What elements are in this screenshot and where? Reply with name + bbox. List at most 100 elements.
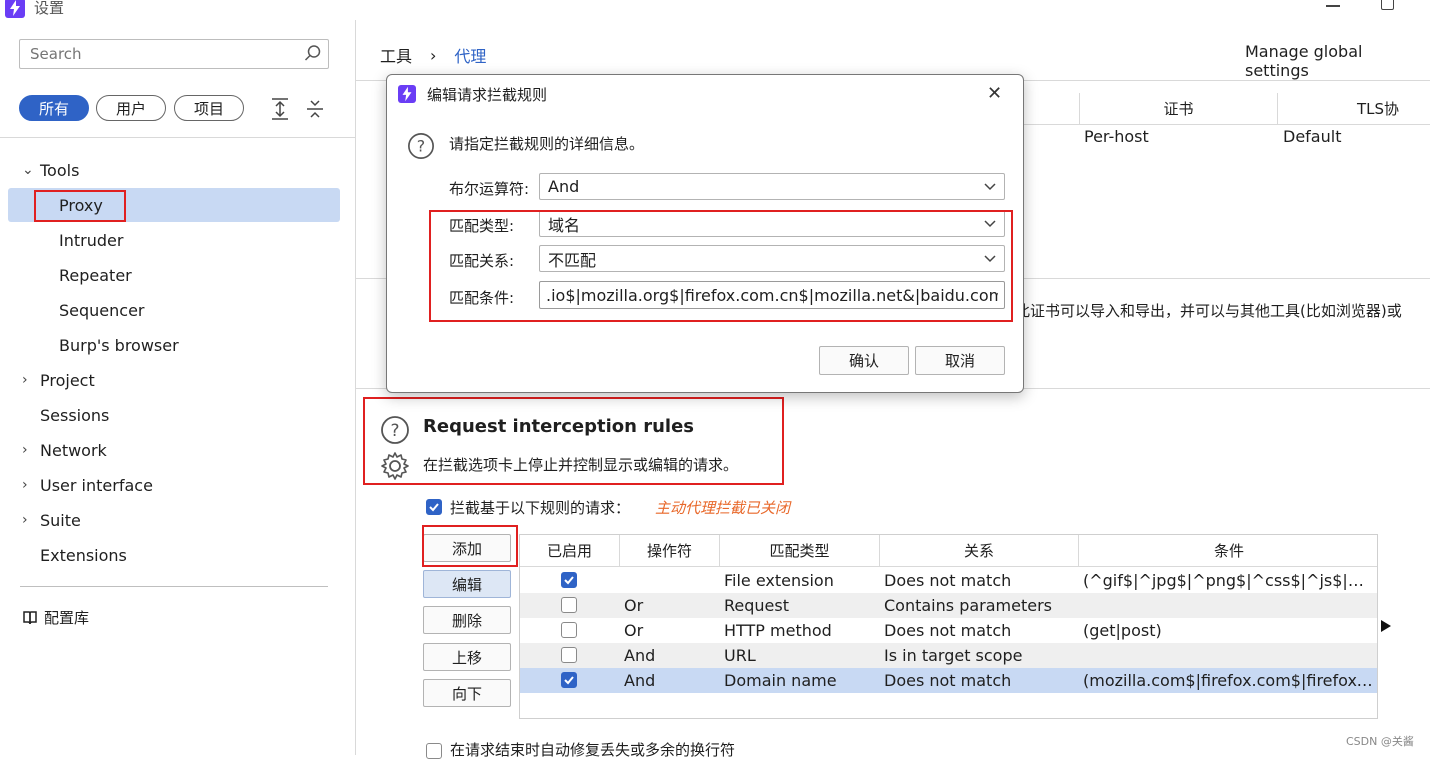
select-value: 不匹配 [548,250,597,270]
sidebar-item-sequencer[interactable]: Sequencer [8,293,340,327]
sidebar-item-repeater[interactable]: Repeater [8,258,340,292]
svg-text:?: ? [417,137,425,156]
row-relationship: Is in target scope [884,646,1023,665]
search-input[interactable] [28,44,292,64]
sidebar-item-label: Intruder [59,230,124,250]
table-row[interactable]: File extension Does not match (^gif$|^jp… [520,568,1377,593]
filter-project-button[interactable]: 项目 [174,95,244,121]
sidebar-item-label: Sessions [40,405,110,425]
scroll-right-icon[interactable] [1380,619,1392,633]
minimize-icon[interactable] [1326,5,1340,7]
sidebar-item-user-interface[interactable]: › User interface [8,468,340,502]
maximize-icon[interactable] [1381,0,1394,10]
collapse-all-icon[interactable] [305,98,325,120]
row-enabled-checkbox[interactable] [561,647,577,663]
sidebar-item-tools[interactable]: ⌄ Tools [8,153,340,187]
sidebar-item-network[interactable]: › Network [8,433,340,467]
book-icon [22,610,38,626]
configuration-library-link[interactable]: 配置库 [22,607,89,628]
add-button[interactable]: 添加 [423,534,511,562]
fix-newlines-checkbox[interactable] [426,743,442,759]
move-up-button[interactable]: 上移 [423,643,511,671]
manage-global-settings-link[interactable]: Manage global settings [1245,42,1430,80]
condition-input[interactable] [539,281,1005,309]
row-condition: (^gif$|^jpg$|^png$|^css$|^js$|^ico... [1083,571,1375,590]
chevron-right-icon: › [22,512,28,528]
table-header-tls: TLS协 [1278,93,1430,125]
gear-icon[interactable] [380,451,410,481]
cancel-button[interactable]: 取消 [915,346,1005,375]
intercept-rules-label: 拦截基于以下规则的请求： [450,499,631,517]
intercept-status: 主动代理拦截已关闭 [655,499,791,517]
row-enabled-checkbox[interactable] [561,622,577,638]
sidebar-item-proxy[interactable]: Proxy [8,188,340,222]
column-header-relationship[interactable]: 关系 [880,535,1079,567]
column-header-condition[interactable]: 条件 [1079,535,1377,567]
row-condition [1083,643,1375,668]
row-match-type: Domain name [724,671,837,690]
table-cell: Per-host [1084,127,1149,146]
row-condition: (mozilla.com$|firefox.com$|firefoxchi... [1083,671,1375,690]
edit-button[interactable]: 编辑 [423,570,511,598]
table-row[interactable]: Or Request Contains parameters [520,593,1377,618]
row-relationship: Does not match [884,671,1012,690]
row-operator: Or [624,621,644,640]
sidebar-item-sessions[interactable]: Sessions [8,398,340,432]
boolean-operator-select[interactable]: And [539,173,1005,200]
sidebar-item-intruder[interactable]: Intruder [8,223,340,257]
column-header-enabled[interactable]: 已启用 [520,535,620,567]
help-icon[interactable]: ? [380,415,410,445]
table-row[interactable]: Or HTTP method Does not match (get|post) [520,618,1377,643]
table-row-selected[interactable]: And Domain name Does not match (mozilla.… [520,668,1377,693]
breadcrumb: 工具 › 代理 [380,43,486,67]
chevron-right-icon: › [22,477,28,493]
sidebar-item-burps-browser[interactable]: Burp's browser [8,328,340,362]
settings-sidebar: 所有 用户 项目 ⌄ Tools Proxy Intruder Repeater… [0,20,356,755]
filter-all-button[interactable]: 所有 [19,95,89,121]
table-row[interactable]: And URL Is in target scope [520,643,1377,668]
breadcrumb-proxy: 代理 [454,47,487,66]
chevron-down-icon [982,215,998,231]
breadcrumb-tools[interactable]: 工具 [380,43,412,67]
window-title: 设置 [34,0,65,17]
select-value: And [548,177,580,196]
sidebar-item-extensions[interactable]: Extensions [8,538,340,572]
row-operator: Or [624,596,644,615]
expand-all-icon[interactable] [270,98,290,120]
boolean-operator-label: 布尔运算符: [449,180,530,198]
row-enabled-checkbox[interactable] [561,672,577,688]
dialog-title: 编辑请求拦截规则 [427,86,548,104]
filter-user-button[interactable]: 用户 [96,95,166,121]
sidebar-item-suite[interactable]: › Suite [8,503,340,537]
condition-label: 匹配条件: [449,289,515,307]
chevron-down-icon [982,250,998,266]
row-enabled-checkbox[interactable] [561,597,577,613]
row-operator: And [624,646,656,665]
row-relationship: Does not match [884,571,1012,590]
ok-button[interactable]: 确认 [819,346,909,375]
column-header-match-type[interactable]: 匹配类型 [720,535,880,567]
search-box[interactable] [19,39,329,69]
watermark: CSDN @关酱 [1346,735,1414,748]
sidebar-divider [20,586,328,587]
sidebar-item-label: User interface [40,475,153,495]
relationship-select[interactable]: 不匹配 [539,245,1005,272]
section-description: 在拦截选项卡上停止并控制显示或编辑的请求。 [423,456,739,474]
row-enabled-checkbox[interactable] [561,572,577,588]
match-type-select[interactable]: 域名 [539,210,1005,237]
interception-rules-table[interactable]: 已启用 操作符 匹配类型 关系 条件 File extension Does n… [519,534,1378,719]
help-icon[interactable]: ? [407,132,435,160]
intercept-rules-checkbox[interactable] [426,499,442,515]
move-down-button[interactable]: 向下 [423,679,511,707]
column-header-operator[interactable]: 操作符 [620,535,720,567]
sidebar-item-project[interactable]: › Project [8,363,340,397]
search-icon[interactable] [304,44,322,62]
library-label: 配置库 [44,609,90,627]
remove-button[interactable]: 删除 [423,606,511,634]
relationship-label: 匹配关系: [449,252,515,270]
row-condition [1083,593,1375,618]
table-header-certificate: 证书 [1080,93,1278,125]
sidebar-item-label: Suite [40,510,81,530]
close-icon[interactable]: ✕ [987,83,1002,104]
section-title: Request interception rules [423,416,695,437]
